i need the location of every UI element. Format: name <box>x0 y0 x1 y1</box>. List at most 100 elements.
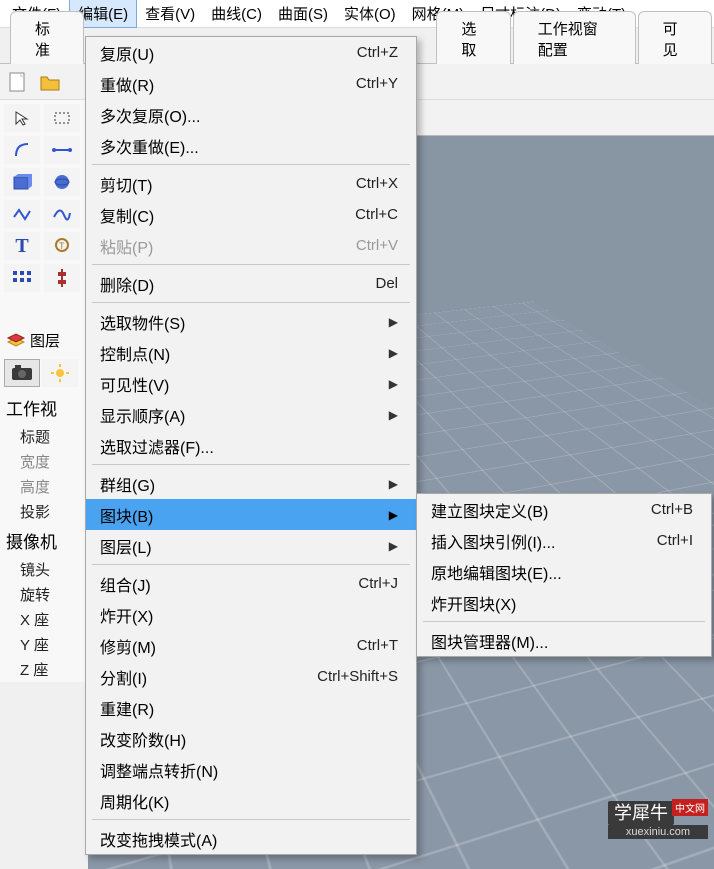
tab-visible[interactable]: 可见 <box>638 11 712 64</box>
open-file-icon[interactable] <box>36 68 64 96</box>
menu-item[interactable]: 周期化(K) <box>86 785 416 816</box>
menu-item[interactable]: 重建(R) <box>86 692 416 723</box>
new-file-icon[interactable] <box>4 68 32 96</box>
menu-item-shortcut: Ctrl+T <box>357 637 398 654</box>
menu-item-shortcut: Ctrl+Shift+S <box>317 668 398 685</box>
menu-item-label: 显示顺序(A) <box>100 403 185 427</box>
menu-item-label: 改变拖拽模式(A) <box>100 827 217 851</box>
prop-z: Z 座 <box>0 657 88 682</box>
menu-item-label: 图层(L) <box>100 534 152 558</box>
menu-item[interactable]: 复原(U) Ctrl+Z <box>86 37 416 68</box>
menu-item-label: 控制点(N) <box>100 341 170 365</box>
curve-tool-icon[interactable] <box>44 200 80 228</box>
menu-item[interactable]: 多次重做(E)... <box>86 130 416 161</box>
arc-tool-icon[interactable] <box>4 136 40 164</box>
menu-item[interactable]: 多次复原(O)... <box>86 99 416 130</box>
menu-item[interactable]: 图块(B) ▶ <box>86 499 416 530</box>
menu-item[interactable]: 选取过滤器(F)... <box>86 430 416 461</box>
svg-text:T: T <box>59 241 65 251</box>
prop-lens: 镜头 <box>0 557 88 582</box>
submenu-arrow-icon: ▶ <box>389 539 398 553</box>
submenu-arrow-icon: ▶ <box>389 346 398 360</box>
tab-standard[interactable]: 标准 <box>10 11 84 64</box>
menu-item[interactable]: 组合(J)Ctrl+J <box>86 568 416 599</box>
submenu-item[interactable]: 图块管理器(M)... <box>417 625 711 656</box>
prop-projection: 投影 <box>0 499 88 524</box>
menu-item-label: 复原(U) <box>100 41 154 65</box>
menu-item-label: 选取物件(S) <box>100 310 185 334</box>
submenu-item-label: 图块管理器(M)... <box>431 629 548 653</box>
line-tool-icon[interactable] <box>44 136 80 164</box>
menu-item-label: 粘贴(P) <box>100 234 153 258</box>
prop-y: Y 座 <box>0 632 88 657</box>
menu-item-shortcut: Ctrl+Z <box>357 44 398 61</box>
menu-item[interactable]: 炸开(X) <box>86 599 416 630</box>
sphere-tool-icon[interactable] <box>44 168 80 196</box>
menu-item[interactable]: 改变阶数(H) <box>86 723 416 754</box>
menu-item-shortcut: Ctrl+Y <box>356 75 398 92</box>
menu-item[interactable]: 改变拖拽模式(A) <box>86 823 416 854</box>
menu-item[interactable]: 显示顺序(A) ▶ <box>86 399 416 430</box>
menu-item-label: 改变阶数(H) <box>100 727 186 751</box>
menu-item-label: 重做(R) <box>100 72 154 96</box>
grid-tool-icon[interactable] <box>4 264 40 292</box>
menu-item-label: 多次复原(O)... <box>100 103 200 127</box>
layers-label: 图层 <box>30 330 60 351</box>
menu-item: 粘贴(P) Ctrl+V <box>86 230 416 261</box>
submenu-item[interactable]: 插入图块引例(I)...Ctrl+I <box>417 525 711 556</box>
menu-item-label: 复制(C) <box>100 203 154 227</box>
menu-view[interactable]: 查看(V) <box>137 0 203 27</box>
menu-item[interactable]: 控制点(N) ▶ <box>86 337 416 368</box>
text-tool-icon[interactable]: T <box>4 232 40 260</box>
menu-item[interactable]: 复制(C) Ctrl+C <box>86 199 416 230</box>
layers-panel-header[interactable]: 图层 <box>0 326 88 355</box>
menu-separator <box>92 264 410 265</box>
menu-item[interactable]: 图层(L) ▶ <box>86 530 416 561</box>
menu-surface[interactable]: 曲面(S) <box>270 0 336 27</box>
menu-item[interactable]: 修剪(M)Ctrl+T <box>86 630 416 661</box>
edit-dropdown: 复原(U) Ctrl+Z 重做(R) Ctrl+Y 多次复原(O)... 多次重做(E).… <box>85 36 417 855</box>
menu-item-shortcut: Ctrl+V <box>356 237 398 254</box>
menu-item-label: 周期化(K) <box>100 789 169 813</box>
align-tool-icon[interactable] <box>44 264 80 292</box>
menu-item[interactable]: 删除(D)Del <box>86 268 416 299</box>
polyline-tool-icon[interactable] <box>4 200 40 228</box>
watermark-text: 学犀牛 <box>608 801 674 825</box>
menu-curve[interactable]: 曲线(C) <box>203 0 270 27</box>
submenu-item[interactable]: 建立图块定义(B)Ctrl+B <box>417 494 711 525</box>
sun-icon[interactable] <box>42 359 78 387</box>
menu-item[interactable]: 可见性(V)▶ <box>86 368 416 399</box>
menu-item-label: 调整端点转折(N) <box>100 758 218 782</box>
menu-item[interactable]: 分割(I) Ctrl+Shift+S <box>86 661 416 692</box>
menu-item[interactable]: 群组(G)▶ <box>86 468 416 499</box>
submenu-item[interactable]: 炸开图块(X) <box>417 587 711 618</box>
menu-item-label: 分割(I) <box>100 665 147 689</box>
prop-x: X 座 <box>0 607 88 632</box>
menu-separator <box>92 302 410 303</box>
box-tool-icon[interactable] <box>4 168 40 196</box>
prop-height: 高度 <box>0 474 88 499</box>
menu-solid[interactable]: 实体(O) <box>336 0 404 27</box>
menu-item-label: 剪切(T) <box>100 172 152 196</box>
tab-viewport-config[interactable]: 工作视窗配置 <box>513 11 636 64</box>
submenu-arrow-icon: ▶ <box>389 508 398 522</box>
lasso-tool-icon[interactable] <box>44 104 80 132</box>
menu-item-shortcut: Del <box>375 275 398 292</box>
menu-item-shortcut: Ctrl+C <box>355 206 398 223</box>
cursor-tool-icon[interactable] <box>4 104 40 132</box>
tab-select[interactable]: 选取 <box>436 11 510 64</box>
menu-item[interactable]: 调整端点转折(N) <box>86 754 416 785</box>
submenu-arrow-icon: ▶ <box>389 477 398 491</box>
camera-icon[interactable] <box>4 359 40 387</box>
menu-item[interactable]: 重做(R) Ctrl+Y <box>86 68 416 99</box>
layers-icon <box>6 333 26 349</box>
text-balloon-tool-icon[interactable]: T <box>44 232 80 260</box>
menu-item-label: 组合(J) <box>100 572 151 596</box>
menu-item-label: 重建(R) <box>100 696 154 720</box>
watermark: 学犀牛中文网 xuexiniu.com <box>608 799 708 839</box>
menu-item[interactable]: 选取物件(S)▶ <box>86 306 416 337</box>
menu-item-label: 图块(B) <box>100 503 153 527</box>
menu-item[interactable]: 剪切(T)Ctrl+X <box>86 168 416 199</box>
submenu-item[interactable]: 原地编辑图块(E)... <box>417 556 711 587</box>
submenu-arrow-icon: ▶ <box>389 408 398 422</box>
